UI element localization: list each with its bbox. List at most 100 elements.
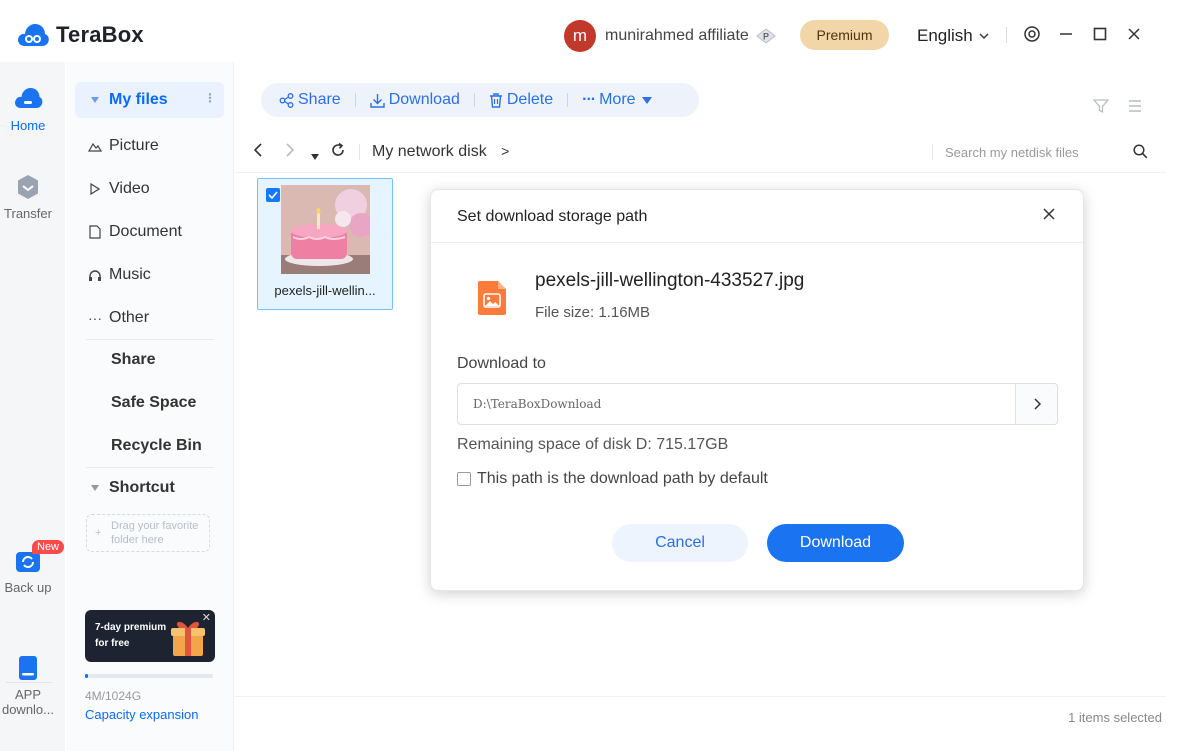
minimize-button[interactable]: [1056, 24, 1076, 44]
sidebar-item-picture[interactable]: Picture: [75, 128, 224, 164]
refresh-icon: [332, 142, 344, 156]
dialog-title: Set download storage path: [457, 208, 648, 225]
cancel-button[interactable]: Cancel: [612, 524, 748, 562]
sidebar-item-music[interactable]: Music: [75, 257, 224, 293]
dialog-close-button[interactable]: [1041, 206, 1057, 222]
more-label: More: [599, 91, 636, 108]
file-item[interactable]: pexels-jill-wellin...: [257, 178, 393, 310]
sidebar-item-recycle-bin[interactable]: Recycle Bin: [75, 428, 224, 464]
capacity-bar-fill: [85, 674, 88, 678]
language-label: English: [917, 26, 973, 45]
sidebar-item-my-files[interactable]: My files ⋮: [75, 82, 224, 118]
divider: [359, 144, 360, 160]
search-icon[interactable]: [1133, 144, 1148, 164]
rail-home[interactable]: Home: [0, 86, 56, 133]
play-icon: [87, 183, 103, 195]
shortcut-drop-zone[interactable]: + Drag your favorite folder here: [86, 514, 210, 552]
list-view-icon: [1129, 100, 1141, 112]
divider: [354, 93, 356, 107]
caret-down-icon: [87, 97, 103, 103]
home-cloud-icon: [15, 88, 43, 108]
picture-icon: [87, 140, 103, 152]
username[interactable]: munirahmed affiliate: [605, 27, 749, 45]
breadcrumb[interactable]: My network disk >: [372, 143, 509, 161]
divider: [431, 242, 1083, 243]
user-account[interactable]: m munirahmed affiliate P: [564, 20, 777, 52]
default-path-checkbox[interactable]: This path is the download path by defaul…: [457, 470, 768, 488]
rail-backup[interactable]: New Back up: [0, 540, 65, 595]
download-button[interactable]: Download: [370, 91, 460, 109]
avatar[interactable]: m: [564, 20, 596, 52]
download-path-field[interactable]: D:\TeraBoxDownload: [457, 383, 1058, 425]
svg-text:P: P: [763, 32, 769, 42]
path-bar: My network disk >: [235, 134, 1166, 170]
file-checkbox[interactable]: [266, 188, 280, 202]
title-bar: TeraBox m munirahmed affiliate P Premium…: [0, 0, 1166, 62]
sidebar-item-label: Document: [109, 223, 182, 240]
rail-app-download[interactable]: APP downlo...: [0, 655, 56, 717]
rail-transfer[interactable]: Transfer: [0, 174, 56, 221]
divider: [235, 696, 1166, 697]
breadcrumb-item[interactable]: My network disk: [372, 143, 487, 160]
list-view-button[interactable]: [1127, 98, 1143, 119]
divider: [235, 172, 1166, 173]
side-nav: My files ⋮ Picture Video Document Music …: [66, 62, 234, 751]
ellipsis-icon: ···: [88, 310, 102, 326]
default-path-label: This path is the download path by defaul…: [477, 470, 768, 487]
plus-icon: +: [95, 527, 102, 539]
browse-path-button[interactable]: [1015, 384, 1057, 424]
caret-down-icon: [87, 485, 103, 491]
promo-line-2: for free: [95, 638, 130, 649]
checkbox[interactable]: [457, 472, 471, 486]
share-button[interactable]: Share: [279, 91, 341, 109]
capacity-used: 4M/1024G: [85, 689, 142, 703]
sidebar-item-document[interactable]: Document: [75, 214, 224, 250]
back-button[interactable]: [253, 142, 263, 163]
sidebar-item-other[interactable]: ··· Other: [75, 300, 224, 336]
filter-icon: [1092, 99, 1110, 114]
more-options-icon[interactable]: ⋮: [204, 91, 216, 105]
divider: [932, 144, 933, 160]
confirm-download-button[interactable]: Download: [767, 524, 904, 562]
capacity-expansion-link[interactable]: Capacity expansion: [85, 707, 198, 722]
trash-icon: [489, 92, 503, 108]
settings-button[interactable]: [1022, 24, 1042, 44]
close-icon[interactable]: ✕: [202, 611, 211, 624]
close-window-button[interactable]: [1124, 24, 1144, 44]
forward-button[interactable]: [285, 142, 295, 163]
selection-status: 1 items selected: [1068, 710, 1162, 725]
chevron-right-icon: [286, 143, 295, 157]
premium-promo-banner[interactable]: 7-day premium for free ✕: [85, 610, 215, 662]
promo-line-1: 7-day premium: [95, 622, 167, 633]
sidebar-item-share[interactable]: Share: [75, 342, 224, 378]
sidebar-item-video[interactable]: Video: [75, 171, 224, 207]
maximize-button[interactable]: [1090, 24, 1110, 44]
divider: [567, 93, 569, 107]
chevron-down-icon: [979, 33, 989, 39]
divider: [473, 93, 475, 107]
history-dropdown-button[interactable]: [311, 147, 319, 165]
left-rail: Home Transfer New Back up APP downlo...: [0, 62, 65, 751]
delete-button[interactable]: Delete: [489, 91, 553, 109]
more-button[interactable]: ··· More: [582, 91, 652, 109]
headphones-icon: [87, 269, 103, 281]
dialog-file-name: pexels-jill-wellington-433527.jpg: [535, 270, 805, 291]
search-input[interactable]: [945, 140, 1115, 164]
sidebar-item-label: Picture: [109, 137, 159, 154]
sidebar-item-label: Other: [109, 309, 150, 326]
rail-home-label: Home: [10, 118, 46, 133]
phone-download-icon: [19, 656, 37, 680]
app-logo: TeraBox: [16, 22, 144, 48]
minimize-icon: [1060, 33, 1072, 35]
filter-button[interactable]: [1092, 98, 1110, 119]
sidebar-item-shortcut[interactable]: Shortcut: [75, 470, 224, 506]
refresh-button[interactable]: [330, 142, 346, 163]
premium-button[interactable]: Premium: [800, 20, 889, 50]
sidebar-item-safe-space[interactable]: Safe Space: [75, 385, 224, 421]
drop-zone-hint: Drag your favorite folder here: [111, 520, 199, 546]
divider: [86, 467, 214, 468]
terabox-cloud-icon: [18, 24, 49, 46]
remaining-space-text: Remaining space of disk D: 715.17GB: [457, 436, 729, 453]
language-selector[interactable]: English: [917, 26, 989, 46]
download-icon: [370, 93, 385, 108]
